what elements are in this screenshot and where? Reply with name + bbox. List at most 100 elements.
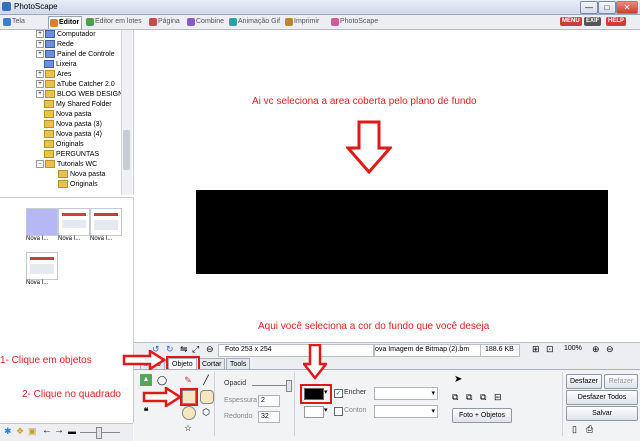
send-back-icon[interactable]: ⧉ (466, 392, 472, 403)
tab-editor[interactable]: Editor (48, 16, 83, 29)
outline-checkbox[interactable] (334, 407, 343, 416)
thumbnail-image[interactable] (90, 208, 122, 236)
tree-node-computador[interactable]: + Computador (36, 30, 96, 39)
rounded-input[interactable]: 32 (258, 411, 280, 423)
redo-button[interactable]: Refazer (604, 374, 638, 389)
save-button[interactable]: Salvar (566, 406, 638, 421)
close-button[interactable]: ✕ (616, 1, 638, 14)
tree-node-perguntas[interactable]: PERGUNTAS (44, 150, 99, 159)
back-arrow-icon[interactable]: ← (42, 425, 52, 436)
fill-style-select[interactable]: ▾ (374, 387, 438, 400)
select-cursor-icon[interactable]: ➤ (454, 374, 462, 385)
menu-badge[interactable]: MENU (560, 17, 582, 26)
tab-pagina[interactable]: Página (148, 16, 182, 28)
quote-icon[interactable]: ❝ (140, 406, 152, 418)
speech-balloon-icon[interactable]: ◯ (156, 374, 168, 386)
tab-tela[interactable]: Tela (2, 16, 27, 28)
scrollbar-thumb[interactable] (123, 130, 130, 170)
fill-label: Encher (344, 389, 367, 396)
tree-node-ares[interactable]: + Ares (36, 70, 71, 79)
compare-icon[interactable]: ⊖ (206, 344, 214, 355)
actual-size-icon[interactable]: ⊡ (546, 344, 554, 355)
folder-up-icon[interactable]: ▣ (28, 426, 37, 437)
thumbnail-image[interactable] (26, 208, 58, 236)
tree-node-originals[interactable]: Originals (44, 140, 84, 149)
tree-node-nova-pasta[interactable]: Nova pasta (44, 110, 91, 119)
right-arrow-icon (142, 387, 182, 407)
folder-icon (45, 160, 55, 169)
tab-animacao-gif[interactable]: Animação Gif (228, 16, 282, 28)
tree-node-atube-catcher[interactable]: + aTube Catcher 2.0 (36, 80, 115, 89)
tree-node-rede[interactable]: + Rede (36, 40, 74, 49)
status-bar: ↺ ↻ ⇋ ⤢ ⊖ Foto 253 x 254 ova Imagem de B… (134, 342, 640, 358)
rounded-rectangle-icon[interactable] (200, 390, 214, 404)
line-icon[interactable]: ╱ (200, 374, 212, 386)
delete-object-icon[interactable]: ⊟ (494, 392, 502, 403)
folder-icon (44, 120, 54, 129)
thumbnail-image[interactable] (26, 252, 58, 280)
rotate-right-icon[interactable]: ↻ (166, 344, 174, 355)
tab-photoscape[interactable]: PhotoScape (330, 16, 380, 28)
zoom-in-icon[interactable]: ⊕ (592, 344, 600, 355)
copy-object-icon[interactable]: ⧉ (480, 392, 486, 403)
new-document-icon[interactable]: ▯ (572, 424, 577, 435)
tab-imprimir[interactable]: Imprimir (284, 16, 321, 28)
fit-to-window-icon[interactable]: ⊞ (532, 344, 540, 355)
photo-objects-button[interactable]: Foto + Objetos (452, 408, 512, 423)
folder-icon (58, 180, 68, 189)
tree-node-nova-pasta-4[interactable]: Nova pasta (4) (44, 130, 102, 139)
expand-icon[interactable]: + (36, 50, 44, 59)
thumbnail-caption: Nova I... (26, 280, 49, 286)
printer-icon (285, 18, 293, 26)
tree-node-painel-de-controle[interactable]: + Painel de Controle (36, 50, 115, 59)
expand-icon[interactable]: + (36, 90, 44, 99)
flip-icon[interactable]: ⇋ (180, 344, 188, 355)
exif-badge[interactable]: EXIF (584, 17, 602, 26)
slider-handle[interactable] (96, 427, 102, 439)
resize-icon[interactable]: ⤢ (192, 344, 199, 355)
outline-color-swatch[interactable] (304, 406, 324, 418)
expand-icon[interactable]: + (36, 80, 44, 89)
forward-arrow-icon[interactable]: → (54, 425, 64, 436)
tree-node-nova-pasta-3[interactable]: Nova pasta (3) (44, 120, 102, 129)
maximize-button[interactable]: □ (598, 1, 616, 14)
undo-all-button[interactable]: Desfazer Todos (566, 390, 638, 405)
minimize-button[interactable]: — (580, 1, 598, 14)
fill-checkbox[interactable]: ✓ (334, 389, 343, 398)
thumbnail-image[interactable] (58, 208, 90, 236)
zoom-out-icon[interactable]: ⊖ (606, 344, 614, 355)
tree-node-lixeira[interactable]: Lixeira (44, 60, 77, 69)
outline-style-select[interactable]: ▾ (374, 405, 438, 418)
thickness-input[interactable]: 2 (258, 395, 280, 407)
tree-node-tutorials-originals[interactable]: Originals (58, 180, 98, 189)
bring-front-icon[interactable]: ⧉ (452, 392, 458, 403)
tree-node-blog-web-design[interactable]: + BLOG WEB DESIGN (36, 90, 123, 99)
folder-tree-scrollbar[interactable] (121, 30, 132, 195)
expand-icon[interactable]: + (36, 40, 44, 49)
star-icon[interactable]: ✱ (4, 426, 12, 437)
ellipse-tool-icon[interactable] (182, 406, 196, 420)
opacity-slider-handle[interactable] (286, 380, 292, 392)
collapse-icon[interactable]: - (36, 160, 44, 169)
outline-color-dropdown-icon[interactable]: ▾ (324, 406, 328, 414)
chevron-down-icon: ▾ (431, 408, 435, 415)
tree-node-my-shared-folder[interactable]: My Shared Folder (44, 100, 112, 109)
star-tool-icon[interactable]: ☆ (182, 422, 194, 434)
photo-object-icon[interactable]: ▲ (140, 374, 152, 386)
undo-button[interactable]: Desfazer (566, 374, 602, 389)
print-icon[interactable]: ⎙ (586, 424, 593, 435)
tree-node-tutorials-nova-pasta[interactable]: Nova pasta (58, 170, 105, 179)
editor-tool-tabs: Início Objeto Cortar Tools (134, 357, 640, 370)
editor-canvas[interactable] (134, 30, 640, 341)
tab-editor-em-lotes[interactable]: Editor em lotes (85, 16, 144, 28)
polygon-tool-icon[interactable]: ⬡ (200, 406, 212, 418)
tree-node-tutorials-wc[interactable]: - Tutorials WC (36, 160, 97, 169)
pen-icon[interactable]: ✎ (182, 374, 194, 386)
folder-open-icon[interactable]: ❖ (16, 426, 24, 437)
expand-icon[interactable]: + (36, 30, 44, 39)
selected-background-rectangle[interactable] (196, 190, 608, 274)
expand-icon[interactable]: + (36, 70, 44, 79)
tab-combine[interactable]: Combine (186, 16, 226, 28)
help-badge[interactable]: HELP (606, 17, 627, 26)
opacity-slider[interactable] (252, 385, 290, 386)
